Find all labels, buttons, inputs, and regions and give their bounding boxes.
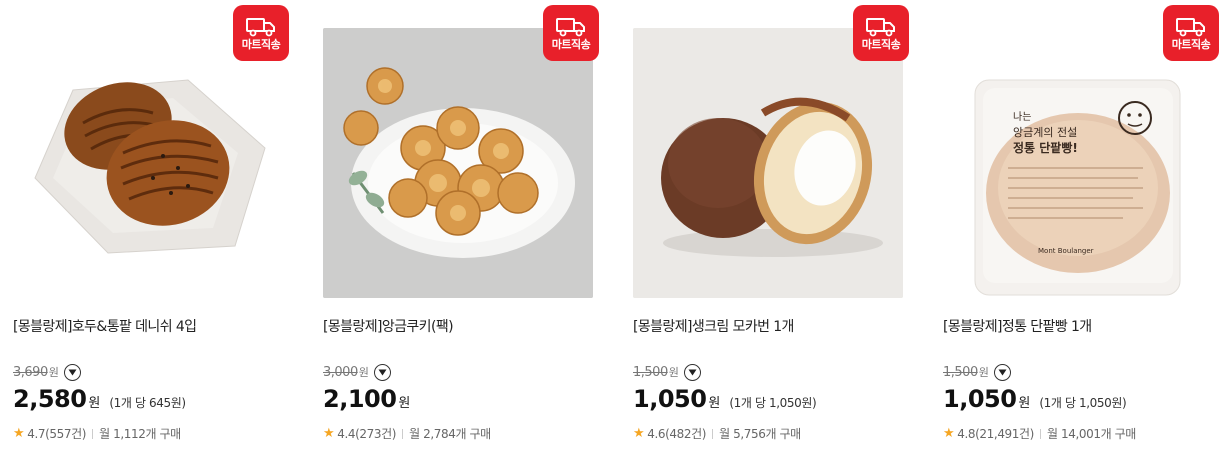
original-price-row: 3,000 원 [323, 362, 392, 382]
unit-price: (1개 당 1,050원) [1039, 396, 1127, 410]
truck-icon [246, 18, 275, 37]
price-detail-toggle[interactable] [684, 363, 702, 381]
package-line3: 정통 단팥빵! [1013, 140, 1078, 155]
badge-label: 마트직송 [1171, 38, 1211, 51]
original-price-row: 3,690 원 [13, 362, 82, 382]
price-row: 2,580 원 (1개 당 645원) [13, 385, 186, 413]
rating[interactable]: 4.4(273건) [337, 425, 396, 442]
product-title[interactable]: [몽블랑제]생크림 모카번 1개 [633, 316, 794, 336]
monthly-purchases: 월 1,112개 구매 [99, 427, 181, 441]
rating[interactable]: 4.6(482건) [647, 425, 706, 442]
monthly-purchases: 월 2,784개 구매 [409, 427, 491, 441]
meta-row: ★ 4.7(557건) 월 1,112개 구매 [13, 425, 181, 442]
unit-price: (1개 당 645원) [109, 396, 186, 410]
product-card[interactable]: 마트직송 [몽블랑제]생크림 모카번 1개 1,500 원 1,050 원 (1… [633, 0, 909, 472]
badge-label: 마트직송 [861, 38, 901, 51]
sale-price: 1,050 [943, 385, 1017, 413]
mart-delivery-badge: 마트직송 [1163, 5, 1219, 61]
sale-price: 2,100 [323, 385, 397, 413]
price-row: 2,100 원 [323, 385, 410, 413]
product-image[interactable]: 나는 앙금계의 전설 정통 단팥빵! Mont Boulanger [943, 28, 1213, 298]
original-price-row: 1,500 원 [633, 362, 702, 382]
divider [402, 428, 404, 439]
monthly-purchases: 월 5,756개 구매 [719, 427, 801, 441]
mart-delivery-badge: 마트직송 [543, 5, 599, 61]
product-title[interactable]: [몽블랑제]정통 단팥빵 1개 [943, 316, 1092, 336]
package-line1: 나는 [1013, 111, 1031, 123]
chevron-down-icon [68, 369, 77, 375]
mart-delivery-badge: 마트직송 [233, 5, 289, 61]
product-card[interactable]: 나는 앙금계의 전설 정통 단팥빵! Mont Boulanger 마트직송 [… [943, 0, 1219, 472]
sale-price-unit: 원 [1018, 396, 1031, 411]
price-detail-toggle[interactable] [374, 363, 392, 381]
original-price: 3,000 [323, 364, 358, 380]
package-line2: 앙금계의 전설 [1013, 126, 1077, 139]
price-detail-toggle[interactable] [994, 363, 1012, 381]
meta-row: ★ 4.4(273건) 월 2,784개 구매 [323, 425, 491, 442]
original-price-unit: 원 [978, 366, 989, 379]
truck-icon [1176, 18, 1205, 37]
product-title[interactable]: [몽블랑제]앙금쿠키(팩) [323, 316, 454, 336]
original-price: 1,500 [633, 364, 668, 380]
star-icon: ★ [323, 426, 335, 441]
mart-delivery-badge: 마트직송 [853, 5, 909, 61]
unit-price: (1개 당 1,050원) [729, 396, 817, 410]
original-price: 1,500 [943, 364, 978, 380]
star-icon: ★ [13, 426, 25, 441]
chevron-down-icon [998, 369, 1007, 375]
price-row: 1,050 원 (1개 당 1,050원) [943, 385, 1127, 413]
original-price: 3,690 [13, 364, 48, 380]
price-row: 1,050 원 (1개 당 1,050원) [633, 385, 817, 413]
meta-row: ★ 4.6(482건) 월 5,756개 구매 [633, 425, 801, 442]
product-title[interactable]: [몽블랑제]호두&통팥 데니쉬 4입 [13, 316, 197, 336]
badge-label: 마트직송 [551, 38, 591, 51]
product-card[interactable]: 마트직송 [몽블랑제]호두&통팥 데니쉬 4입 3,690 원 2,580 원 … [13, 0, 289, 472]
product-grid: 마트직송 [몽블랑제]호두&통팥 데니쉬 4입 3,690 원 2,580 원 … [0, 0, 1229, 472]
sale-price: 1,050 [633, 385, 707, 413]
original-price-unit: 원 [358, 366, 369, 379]
star-icon: ★ [633, 426, 645, 441]
sale-price-unit: 원 [398, 396, 411, 411]
product-card[interactable]: 마트직송 [몽블랑제]앙금쿠키(팩) 3,000 원 2,100 원 ★ 4.4… [323, 0, 599, 472]
sale-price-unit: 원 [708, 396, 721, 411]
sale-price: 2,580 [13, 385, 87, 413]
chevron-down-icon [688, 369, 697, 375]
rating[interactable]: 4.8(21,491건) [957, 425, 1034, 442]
price-detail-toggle[interactable] [64, 363, 82, 381]
product-image[interactable] [13, 28, 283, 298]
meta-row: ★ 4.8(21,491건) 월 14,001개 구매 [943, 425, 1136, 442]
chevron-down-icon [378, 369, 387, 375]
sale-price-unit: 원 [88, 396, 101, 411]
badge-label: 마트직송 [241, 38, 281, 51]
divider [92, 428, 94, 439]
original-price-row: 1,500 원 [943, 362, 1012, 382]
divider [1039, 428, 1041, 439]
truck-icon [866, 18, 895, 37]
rating[interactable]: 4.7(557건) [27, 425, 86, 442]
monthly-purchases: 월 14,001개 구매 [1046, 427, 1136, 441]
original-price-unit: 원 [48, 366, 59, 379]
product-image[interactable] [633, 28, 903, 298]
original-price-unit: 원 [668, 366, 679, 379]
star-icon: ★ [943, 426, 955, 441]
truck-icon [556, 18, 585, 37]
divider [712, 428, 714, 439]
package-brand: Mont Boulanger [1038, 247, 1094, 255]
product-image[interactable] [323, 28, 593, 298]
